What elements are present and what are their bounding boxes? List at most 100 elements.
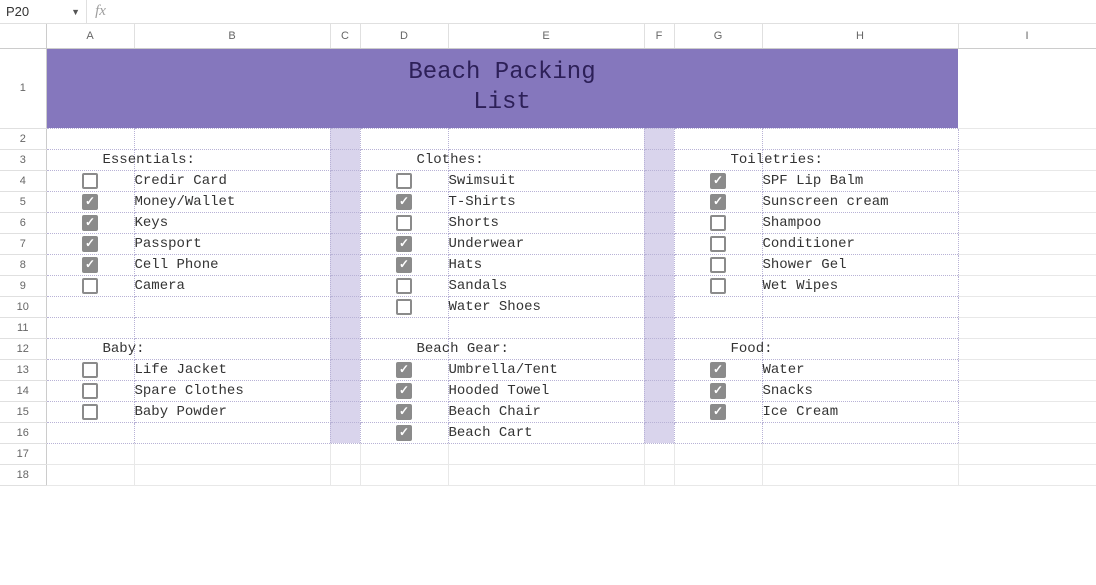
row-header-5[interactable]: 5 [0,191,46,212]
col-header-G[interactable]: G [674,24,762,48]
cell-B16[interactable] [134,422,330,443]
col-header-B[interactable]: B [134,24,330,48]
cell-I10[interactable] [958,296,1096,317]
row-header-7[interactable]: 7 [0,233,46,254]
item-essentials-2[interactable]: Keys [134,212,330,233]
cell-F15[interactable] [644,401,674,422]
col-header-C[interactable]: C [330,24,360,48]
cell-I11[interactable] [958,317,1096,338]
cell-F14[interactable] [644,380,674,401]
item-beach-gear-0[interactable]: Umbrella/Tent [448,359,644,380]
cell-H16[interactable] [762,422,958,443]
cell-A16[interactable] [46,422,134,443]
checkbox-clothes-3[interactable] [360,233,448,254]
row-header-2[interactable]: 2 [0,128,46,149]
row-header-3[interactable]: 3 [0,149,46,170]
row-header-8[interactable]: 8 [0,254,46,275]
cell-G16[interactable] [674,422,762,443]
cell-F8[interactable] [644,254,674,275]
cell-C2[interactable] [330,128,360,149]
col-header-A[interactable]: A [46,24,134,48]
item-beach-gear-3[interactable]: Beach Cart [448,422,644,443]
row-header-11[interactable]: 11 [0,317,46,338]
col-header-E[interactable]: E [448,24,644,48]
cell-I18[interactable] [958,464,1096,485]
cell-A10[interactable] [46,296,134,317]
cell-A2[interactable] [46,128,134,149]
cell-E18[interactable] [448,464,644,485]
cell-C14[interactable] [330,380,360,401]
checkbox-essentials-3[interactable] [46,233,134,254]
checkbox-clothes-0[interactable] [360,170,448,191]
item-essentials-3[interactable]: Passport [134,233,330,254]
row-header-12[interactable]: 12 [0,338,46,359]
cell-I16[interactable] [958,422,1096,443]
cell-C6[interactable] [330,212,360,233]
cell-G2[interactable] [674,128,762,149]
cell-B17[interactable] [134,443,330,464]
cell-E11[interactable] [448,317,644,338]
heading-baby[interactable]: Baby: [134,338,330,359]
checkbox-beach-gear-3[interactable] [360,422,448,443]
cell-I17[interactable] [958,443,1096,464]
row-header-17[interactable]: 17 [0,443,46,464]
cell-I13[interactable] [958,359,1096,380]
cell-F9[interactable] [644,275,674,296]
spreadsheet-grid[interactable]: A B C D E F G H I 1 Beach Packing List 2… [0,24,1096,486]
cell-C8[interactable] [330,254,360,275]
cell-F11[interactable] [644,317,674,338]
checkbox-essentials-5[interactable] [46,275,134,296]
item-toiletries-1[interactable]: Sunscreen cream [762,191,958,212]
cell-I2[interactable] [958,128,1096,149]
item-toiletries-2[interactable]: Shampoo [762,212,958,233]
cell-H11[interactable] [762,317,958,338]
title-bg-left[interactable] [46,48,360,128]
cell-I14[interactable] [958,380,1096,401]
cell-F12[interactable] [644,338,674,359]
item-toiletries-5[interactable]: Wet Wipes [762,275,958,296]
cell-I12[interactable] [958,338,1096,359]
checkbox-beach-gear-2[interactable] [360,401,448,422]
cell-A18[interactable] [46,464,134,485]
cell-C7[interactable] [330,233,360,254]
checkbox-clothes-2[interactable] [360,212,448,233]
cell-I5[interactable] [958,191,1096,212]
cell-B2[interactable] [134,128,330,149]
cell-E2[interactable] [448,128,644,149]
cell-F10[interactable] [644,296,674,317]
checkbox-essentials-1[interactable] [46,191,134,212]
col-header-H[interactable]: H [762,24,958,48]
name-box-dropdown-icon[interactable]: ▼ [71,7,80,17]
row-header-14[interactable]: 14 [0,380,46,401]
item-clothes-5[interactable]: Sandals [448,275,644,296]
heading-clothes[interactable]: Clothes: [448,149,644,170]
heading-toiletries[interactable]: Toiletries: [762,149,958,170]
item-clothes-6[interactable]: Water Shoes [448,296,644,317]
checkbox-food-2[interactable] [674,401,762,422]
cell-C12[interactable] [330,338,360,359]
item-essentials-4[interactable]: Cell Phone [134,254,330,275]
cell-B11[interactable] [134,317,330,338]
item-food-1[interactable]: Snacks [762,380,958,401]
cell-F7[interactable] [644,233,674,254]
cell-I3[interactable] [958,149,1096,170]
cell-F18[interactable] [644,464,674,485]
item-beach-gear-2[interactable]: Beach Chair [448,401,644,422]
row-header-9[interactable]: 9 [0,275,46,296]
checkbox-clothes-6[interactable] [360,296,448,317]
cell-B10[interactable] [134,296,330,317]
item-toiletries-4[interactable]: Shower Gel [762,254,958,275]
cell-F17[interactable] [644,443,674,464]
title-bg-right[interactable] [644,48,958,128]
cell-D2[interactable] [360,128,448,149]
item-beach-gear-1[interactable]: Hooded Towel [448,380,644,401]
cell-C17[interactable] [330,443,360,464]
row-header-6[interactable]: 6 [0,212,46,233]
cell-C18[interactable] [330,464,360,485]
item-toiletries-0[interactable]: SPF Lip Balm [762,170,958,191]
cell-H2[interactable] [762,128,958,149]
checkbox-toiletries-2[interactable] [674,212,762,233]
checkbox-toiletries-5[interactable] [674,275,762,296]
row-header-13[interactable]: 13 [0,359,46,380]
formula-input[interactable] [115,0,1096,23]
